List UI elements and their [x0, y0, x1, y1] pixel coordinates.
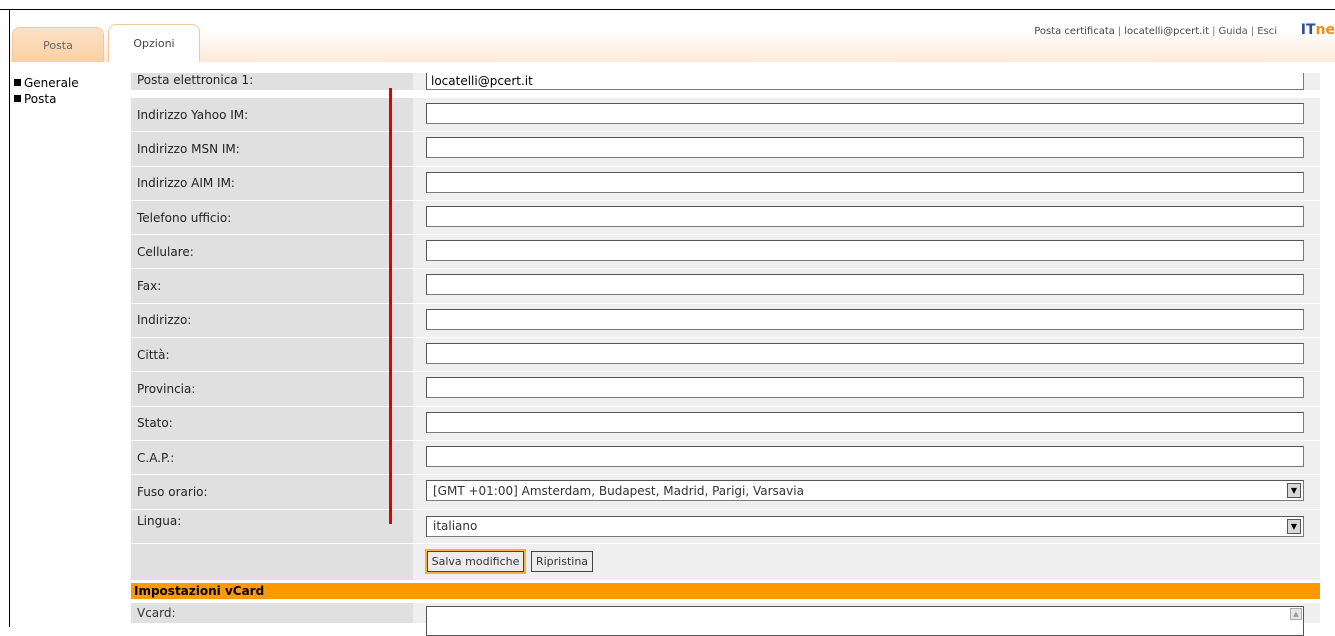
field-label: C.A.P.: — [131, 440, 413, 476]
field-label: Lingua: — [131, 509, 413, 544]
field-label: Cellulare: — [131, 235, 413, 270]
help-link[interactable]: Guida — [1218, 26, 1247, 37]
country-field[interactable] — [426, 411, 1304, 433]
form-row: C.A.P.: — [131, 440, 1320, 476]
logout-link[interactable]: Esci — [1257, 26, 1277, 37]
options-form: Posta elettronica 1: Indirizzo Yahoo IM:… — [131, 73, 1320, 636]
field-label: Indirizzo AIM IM: — [131, 166, 413, 201]
field-label: Fax: — [131, 269, 413, 304]
timezone-select[interactable]: [GMT +01:00] Amsterdam, Budapest, Madrid… — [426, 480, 1304, 502]
field-label: Indirizzo Yahoo IM: — [131, 98, 413, 133]
city-field[interactable] — [426, 343, 1304, 365]
zip-field[interactable] — [426, 445, 1304, 467]
annotation-red-line — [389, 88, 392, 524]
mobile-field[interactable] — [426, 240, 1304, 262]
square-bullet-icon — [14, 79, 21, 86]
field-label: Provincia: — [131, 372, 413, 407]
msn-im-field[interactable] — [426, 137, 1304, 159]
field-label: Città: — [131, 338, 413, 373]
field-label: Telefono ufficio: — [131, 200, 413, 236]
form-row: Cellulare: — [131, 235, 1320, 270]
dropdown-arrow-icon[interactable]: ▼ — [1287, 518, 1301, 534]
form-row: Indirizzo MSN IM: — [131, 132, 1320, 167]
reset-button[interactable]: Ripristina — [531, 550, 593, 572]
field-label: Fuso orario: — [131, 475, 413, 510]
form-actions: Salva modifiche Ripristina — [131, 543, 1320, 580]
form-row: Stato: — [131, 406, 1320, 441]
brand-logo: ITne — [1300, 22, 1335, 38]
form-row-vcard: Vcard: ▲ — [131, 602, 1320, 636]
email-field[interactable] — [426, 73, 1304, 90]
form-row: Città: — [131, 338, 1320, 373]
square-bullet-icon — [14, 95, 21, 102]
province-field[interactable] — [426, 377, 1304, 399]
account-type: Posta certificata — [1034, 26, 1115, 37]
field-label: Posta elettronica 1: — [131, 73, 413, 91]
field-cell — [413, 73, 1320, 91]
field-label: Vcard: — [131, 602, 413, 623]
address-field[interactable] — [426, 308, 1304, 330]
office-phone-field[interactable] — [426, 205, 1304, 227]
field-label: Indirizzo MSN IM: — [131, 132, 413, 167]
separator: | — [1117, 26, 1122, 37]
top-links: Posta certificata | locatelli@pcert.it | Gui… — [1034, 26, 1277, 37]
save-button[interactable]: Salva modifiche — [425, 548, 526, 574]
form-row: Indirizzo: — [131, 303, 1320, 339]
yahoo-im-field[interactable] — [426, 103, 1304, 124]
sidebar-item-generale[interactable]: Generale — [14, 75, 79, 91]
form-row-timezone: Fuso orario: [GMT +01:00] Amsterdam, Bud… — [131, 475, 1320, 510]
language-select[interactable]: italiano ▼ — [426, 515, 1304, 537]
separator: | — [1250, 26, 1255, 37]
form-row: Indirizzo Yahoo IM: — [131, 98, 1320, 133]
fax-field[interactable] — [426, 274, 1304, 296]
vcard-section-header: Impostazioni vCard — [131, 582, 1320, 599]
form-row-language: Lingua: italiano ▼ — [131, 509, 1320, 544]
user-email: locatelli@pcert.it — [1124, 26, 1210, 37]
form-row: Fax: — [131, 269, 1320, 304]
sidebar-item-posta[interactable]: Posta — [14, 91, 79, 107]
separator: | — [1212, 26, 1216, 37]
form-row: Indirizzo AIM IM: — [131, 166, 1320, 201]
field-label: Indirizzo: — [131, 303, 413, 339]
sidebar: Generale Posta — [14, 75, 79, 107]
form-row: Telefono ufficio: — [131, 200, 1320, 236]
field-label: Stato: — [131, 406, 413, 441]
tab-posta[interactable]: Posta — [12, 27, 104, 62]
form-row: Provincia: — [131, 372, 1320, 407]
form-row-email: Posta elettronica 1: — [131, 73, 1320, 98]
tab-opzioni[interactable]: Opzioni — [108, 24, 200, 62]
header: Posta Opzioni Posta certificata | locatell… — [10, 10, 1335, 62]
dropdown-arrow-icon[interactable]: ▼ — [1287, 483, 1301, 499]
frame-left-border — [9, 9, 10, 627]
scroll-up-icon[interactable]: ▲ — [1290, 607, 1302, 620]
aim-im-field[interactable] — [426, 171, 1304, 193]
vcard-textarea[interactable]: ▲ — [426, 605, 1304, 636]
